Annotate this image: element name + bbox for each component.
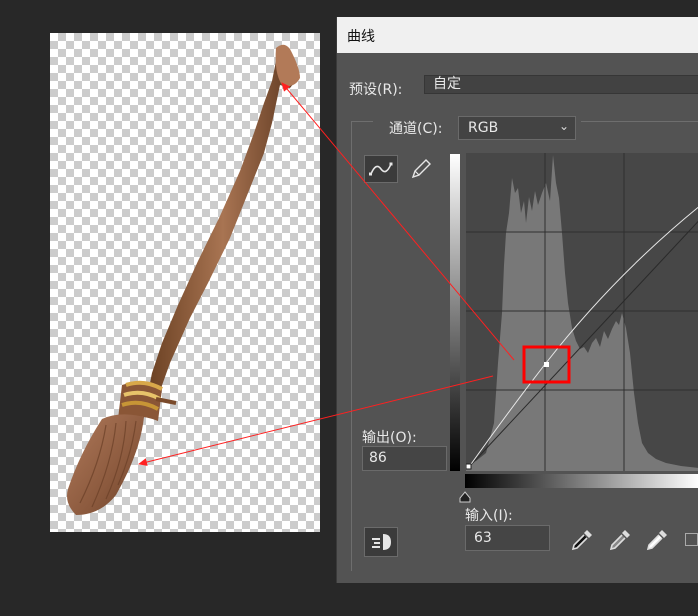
curve-control-point[interactable] — [544, 362, 549, 367]
broom-image — [67, 44, 300, 515]
group-border — [351, 121, 352, 571]
dialog-title: 曲线 — [347, 29, 375, 45]
white-point-eyedropper-icon[interactable] — [644, 527, 670, 553]
output-field[interactable]: 86 — [362, 446, 447, 471]
gray-point-eyedropper-icon[interactable] — [607, 527, 633, 553]
input-gradient-bar — [465, 474, 698, 488]
channel-label: 通道(C): — [389, 121, 443, 137]
auto-tone-icon — [372, 534, 391, 550]
auto-tone-button[interactable] — [364, 527, 398, 557]
preset-dropdown[interactable]: 自定 — [424, 75, 698, 94]
black-point-eyedropper-icon[interactable] — [569, 527, 595, 553]
input-field[interactable]: 63 — [465, 525, 550, 551]
curves-dialog: 曲线 预设(R): 自定 通道(C): RGB ⌄ 输出(O): 86 输入(I… — [336, 17, 698, 583]
output-gradient-bar — [450, 154, 460, 471]
curve-tool-button[interactable] — [364, 155, 398, 183]
group-border — [581, 121, 698, 122]
group-border — [351, 121, 373, 122]
preset-label: 预设(R): — [349, 82, 403, 98]
transparent-document — [50, 33, 320, 532]
show-clipping-checkbox[interactable] — [685, 533, 698, 546]
curve-graph[interactable] — [466, 153, 698, 471]
channel-dropdown[interactable]: RGB ⌄ — [458, 116, 576, 140]
broom-stick — [148, 48, 298, 393]
channel-value: RGB — [468, 120, 499, 136]
pencil-icon — [411, 159, 431, 179]
dialog-title-bar[interactable]: 曲线 — [337, 17, 698, 53]
pencil-tool-button[interactable] — [405, 155, 435, 183]
input-label: 输入(I): — [465, 508, 513, 524]
curve-point-black[interactable] — [466, 463, 472, 470]
curve-icon — [369, 162, 393, 176]
black-point-slider[interactable] — [459, 491, 471, 503]
chevron-down-icon: ⌄ — [558, 119, 569, 133]
output-label: 输出(O): — [362, 430, 417, 446]
